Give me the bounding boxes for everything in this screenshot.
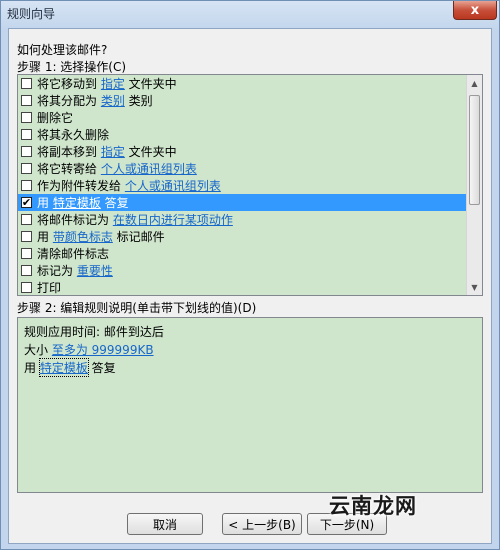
action-value-link[interactable]: 类别 xyxy=(101,92,125,109)
question-label: 如何处理该邮件? xyxy=(17,43,108,57)
action-text: 标记邮件 xyxy=(112,230,165,244)
action-checkbox[interactable] xyxy=(21,248,32,259)
action-checkbox[interactable] xyxy=(21,231,32,242)
check-icon: ✔ xyxy=(21,196,32,209)
action-text: 将邮件标记为 xyxy=(37,213,113,227)
action-text: 类别 xyxy=(124,94,153,108)
actions-scrollbar[interactable]: ▲ ▼ xyxy=(466,75,482,295)
action-checkbox[interactable]: ✔ xyxy=(21,197,32,208)
action-text: 标记为 xyxy=(37,264,77,278)
action-text: 文件夹中 xyxy=(124,77,177,91)
action-value-link[interactable]: 在数日内进行某项动作 xyxy=(113,211,233,228)
action-value-link[interactable]: 重要性 xyxy=(77,262,113,279)
actions-rows: 将它移动到 指定 文件夹中 将其分配为 类别 类别 删除它 将其永久删除 将副本移到 指… xyxy=(18,75,482,295)
action-text: 删除它 xyxy=(37,111,74,125)
watermark-logo: 云南龙网 xyxy=(329,494,417,518)
action-text: 用 xyxy=(37,230,53,244)
action-value-link[interactable]: 特定模板 xyxy=(53,194,101,211)
rule-description-box: 规则应用时间: 邮件到达后 大小 至多为 999999KB 用 特定模板 答复 xyxy=(17,317,483,493)
step2-label: 步骤 2: 编辑规则说明(单击带下划线的值)(D) xyxy=(17,301,257,315)
back-button[interactable]: < 上一步(B) xyxy=(222,513,302,535)
description-text: 规则应用时间: 邮件到达后 xyxy=(24,324,164,339)
window-title: 规则向导 xyxy=(7,7,56,21)
specific-template-link[interactable]: 特定模板 xyxy=(38,357,89,377)
action-text: 清除邮件标志 xyxy=(37,247,110,261)
action-row[interactable]: 清除邮件标志 xyxy=(18,245,482,262)
action-row[interactable]: 将邮件标记为 在数日内进行某项动作 xyxy=(18,211,482,228)
chevron-down-icon: ▼ xyxy=(471,282,478,292)
action-checkbox[interactable] xyxy=(21,78,32,89)
actions-list[interactable]: 将它移动到 指定 文件夹中 将其分配为 类别 类别 删除它 将其永久删除 将副本移到 指… xyxy=(17,74,483,296)
action-value-link[interactable]: 指定 xyxy=(101,143,125,160)
description-text: 答复 xyxy=(87,360,116,375)
description-text: 大小 xyxy=(24,342,52,357)
action-value-link[interactable]: 指定 xyxy=(101,75,125,92)
action-checkbox[interactable] xyxy=(21,265,32,276)
action-row[interactable]: 将副本移到 指定 文件夹中 xyxy=(18,143,482,160)
action-value-link[interactable]: 带颜色标志 xyxy=(53,228,113,245)
action-row[interactable]: 将其分配为 类别 类别 xyxy=(18,92,482,109)
action-text: 文件夹中 xyxy=(124,145,177,159)
close-button[interactable]: x xyxy=(453,1,497,20)
action-row[interactable]: 将它转寄给 个人或通讯组列表 xyxy=(18,160,482,177)
action-checkbox[interactable] xyxy=(21,214,32,225)
scroll-down-button[interactable]: ▼ xyxy=(467,279,482,295)
scroll-thumb[interactable] xyxy=(469,95,480,205)
description-text: 用 xyxy=(24,360,40,375)
action-row[interactable]: 打印 xyxy=(18,279,482,295)
scroll-up-button[interactable]: ▲ xyxy=(467,75,482,91)
title-bar: 规则向导 x xyxy=(1,1,499,27)
action-checkbox[interactable] xyxy=(21,146,32,157)
action-text: 答复 xyxy=(100,196,129,210)
action-value-link[interactable]: 个人或通讯组列表 xyxy=(101,160,197,177)
action-text: 将其永久删除 xyxy=(37,128,110,142)
action-text: 打印 xyxy=(37,281,62,295)
step1-label: 步骤 1: 选择操作(C) xyxy=(17,60,127,74)
action-checkbox[interactable] xyxy=(21,129,32,140)
action-row[interactable]: 作为附件转发给 个人或通讯组列表 xyxy=(18,177,482,194)
action-checkbox[interactable] xyxy=(21,112,32,123)
description-line: 规则应用时间: 邮件到达后 xyxy=(24,322,476,340)
action-text: 将它移动到 xyxy=(37,77,101,91)
action-row[interactable]: 用 带颜色标志 标记邮件 xyxy=(18,228,482,245)
action-checkbox[interactable] xyxy=(21,163,32,174)
action-text: 将副本移到 xyxy=(37,145,101,159)
dialog-client-area: 如何处理该邮件? 步骤 1: 选择操作(C) 将它移动到 指定 文件夹中 将其分配… xyxy=(8,28,492,544)
action-text: 将它转寄给 xyxy=(37,162,101,176)
action-row[interactable]: 将其永久删除 xyxy=(18,126,482,143)
action-text: 用 xyxy=(37,196,53,210)
action-checkbox[interactable] xyxy=(21,180,32,191)
description-line: 用 特定模板 答复 xyxy=(24,357,476,377)
size-limit-link[interactable]: 至多为 999999KB xyxy=(52,341,154,358)
rules-wizard-window: 规则向导 x 如何处理该邮件? 步骤 1: 选择操作(C) 将它移动到 指定 文… xyxy=(0,0,500,550)
action-row[interactable]: 标记为 重要性 xyxy=(18,262,482,279)
action-value-link[interactable]: 个人或通讯组列表 xyxy=(125,177,221,194)
cancel-button[interactable]: 取消 xyxy=(127,513,203,535)
action-row[interactable]: 将它移动到 指定 文件夹中 xyxy=(18,75,482,92)
chevron-up-icon: ▲ xyxy=(471,78,478,88)
action-text: 将其分配为 xyxy=(37,94,101,108)
action-checkbox[interactable] xyxy=(21,95,32,106)
description-line: 大小 至多为 999999KB xyxy=(24,340,476,358)
action-text: 作为附件转发给 xyxy=(37,179,125,193)
action-row[interactable]: ✔ 用 特定模板 答复 xyxy=(18,194,482,211)
action-row[interactable]: 删除它 xyxy=(18,109,482,126)
close-icon: x xyxy=(470,2,480,18)
action-checkbox[interactable] xyxy=(21,282,32,293)
